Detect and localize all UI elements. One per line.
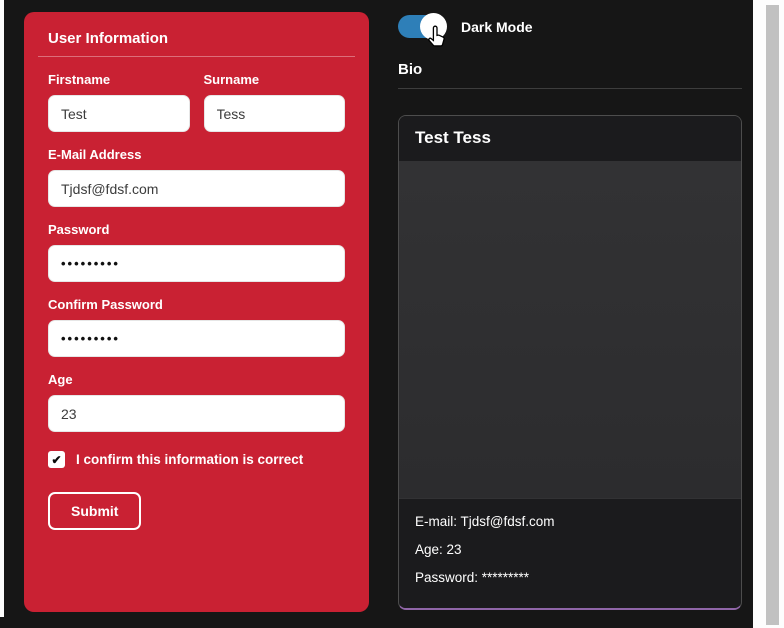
bio-email-line: E-mail: Tjdsf@fdsf.com (415, 514, 725, 529)
dark-mode-toggle[interactable] (398, 15, 444, 38)
email-input[interactable] (48, 170, 345, 207)
confirm-checkbox-label: I confirm this information is correct (76, 452, 303, 467)
surname-label: Surname (204, 72, 346, 87)
confirm-checkbox[interactable]: ✔ (48, 451, 65, 468)
firstname-label: Firstname (48, 72, 190, 87)
bio-card-body (399, 162, 741, 498)
app-background: User Information Firstname Surname E-Mai… (0, 0, 753, 628)
age-input[interactable] (48, 395, 345, 432)
dark-mode-row: Dark Mode (398, 15, 742, 38)
bio-heading: Bio (398, 61, 742, 89)
bio-card: Test Tess E-mail: Tjdsf@fdsf.com Age: 23… (398, 115, 742, 610)
right-column: Dark Mode Bio Test Tess E-mail: Tjdsf@fd… (398, 0, 742, 610)
surname-input[interactable] (204, 95, 346, 132)
bio-card-footer: E-mail: Tjdsf@fdsf.com Age: 23 Password:… (399, 498, 741, 608)
bio-password-line: Password: ********* (415, 570, 725, 585)
confirm-checkbox-row: ✔ I confirm this information is correct (48, 451, 345, 468)
checkmark-icon: ✔ (51, 453, 61, 467)
scrollbar-track[interactable] (753, 0, 784, 628)
password-label: Password (48, 222, 345, 237)
name-fields-row: Firstname Surname (48, 57, 345, 132)
form-body: Firstname Surname E-Mail Address Passwor… (38, 57, 355, 530)
confirm-password-label: Confirm Password (48, 297, 345, 312)
firstname-group: Firstname (48, 57, 190, 132)
scrollbar-thumb[interactable] (766, 5, 779, 625)
bio-card-title: Test Tess (399, 116, 741, 162)
surname-group: Surname (204, 57, 346, 132)
confirm-password-input[interactable] (48, 320, 345, 357)
bio-age-line: Age: 23 (415, 542, 725, 557)
panel-title: User Information (38, 26, 355, 57)
submit-button[interactable]: Submit (48, 492, 141, 530)
firstname-input[interactable] (48, 95, 190, 132)
user-information-panel: User Information Firstname Surname E-Mai… (24, 12, 369, 612)
password-input[interactable] (48, 245, 345, 282)
dark-mode-label: Dark Mode (461, 19, 533, 35)
email-label: E-Mail Address (48, 147, 345, 162)
age-label: Age (48, 372, 345, 387)
dark-mode-toggle-knob[interactable] (420, 13, 447, 40)
page-left-edge (0, 0, 4, 617)
